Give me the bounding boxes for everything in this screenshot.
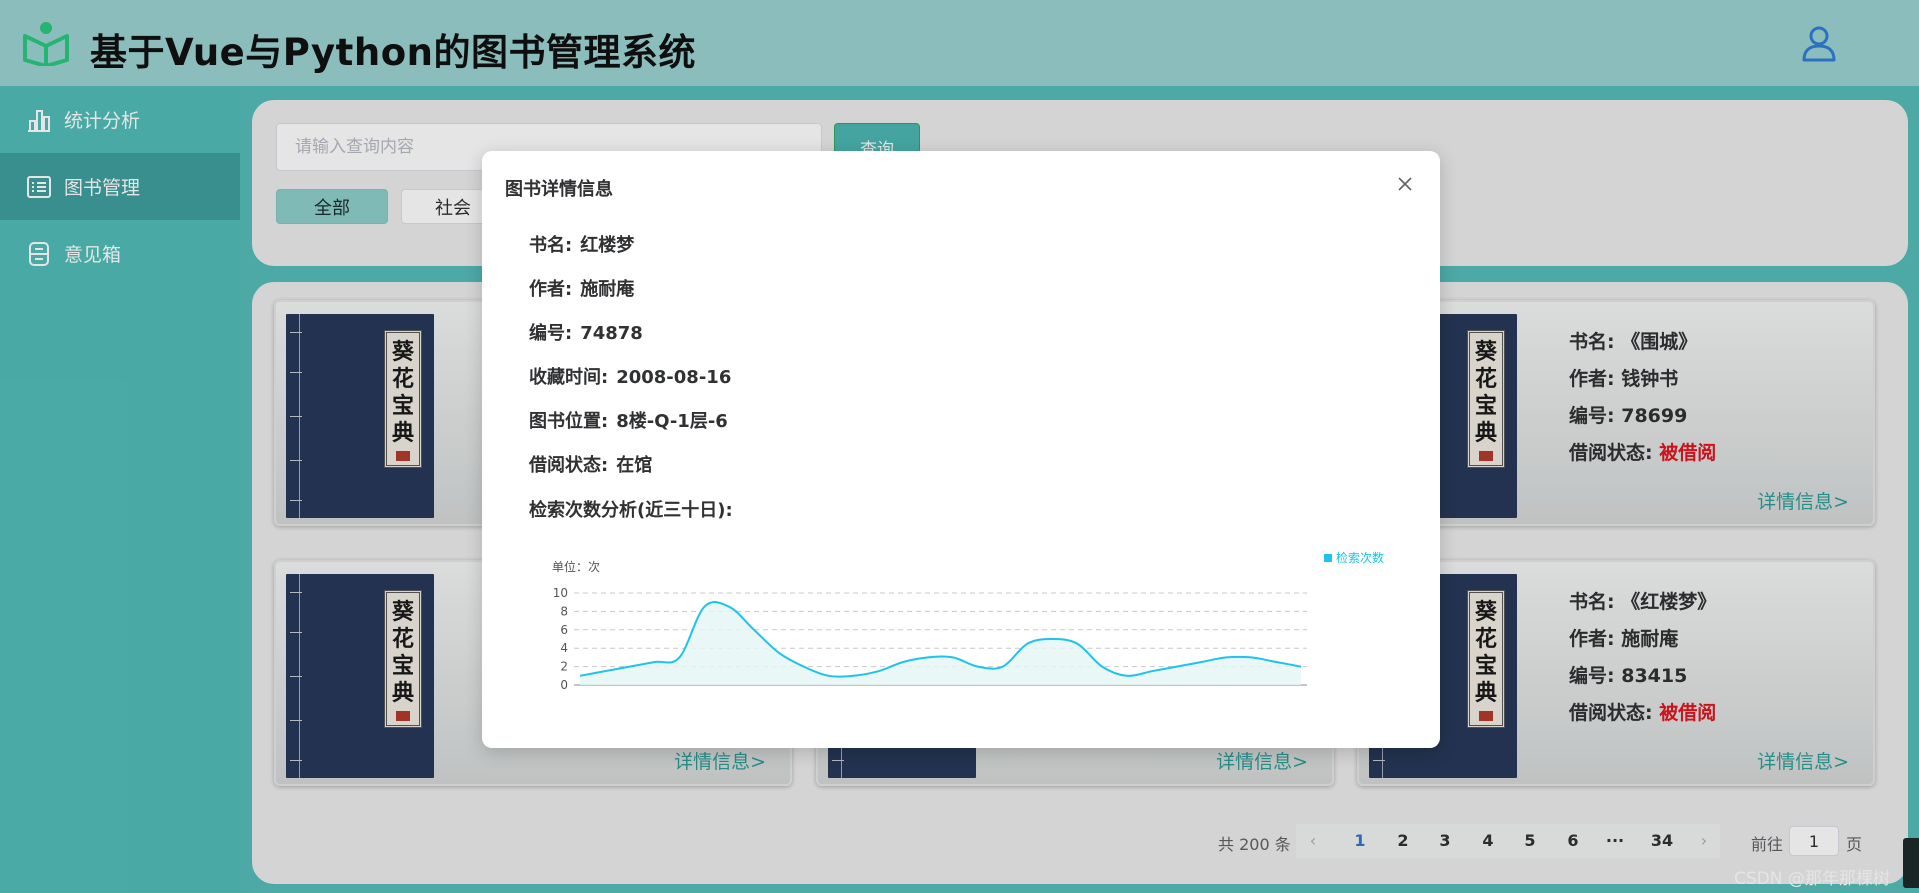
y-tick-label: 8 (560, 604, 568, 618)
dialog-title: 图书详情信息 (505, 179, 613, 200)
legend-swatch (1324, 554, 1332, 562)
field-label: 借阅状态: (529, 455, 609, 476)
series-area (580, 602, 1301, 685)
dialog-field-location: 图书位置: 8楼-Q-1层-6 (529, 407, 728, 433)
dialog-field-id: 编号: 74878 (529, 319, 643, 345)
y-tick-label: 0 (560, 678, 568, 692)
y-tick-label: 2 (560, 660, 568, 674)
close-icon[interactable] (1396, 175, 1414, 193)
field-value: 74878 (580, 323, 643, 344)
search-count-chart: 0 2 4 6 8 10 单位：次 检索次数 (552, 550, 1384, 692)
y-tick-label: 6 (560, 623, 568, 637)
field-label: 书名: (529, 235, 573, 256)
dialog-field-collect-date: 收藏时间: 2008-08-16 (529, 363, 731, 389)
legend-label: 检索次数 (1336, 550, 1384, 565)
field-value: 8楼-Q-1层-6 (616, 411, 728, 432)
field-value: 2008-08-16 (616, 367, 732, 388)
chart-unit-label: 单位：次 (552, 559, 600, 574)
field-label: 图书位置: (529, 411, 609, 432)
dialog-field-author: 作者: 施耐庵 (529, 275, 634, 301)
field-value: 在馆 (616, 455, 653, 476)
y-tick-label: 4 (560, 641, 568, 655)
field-label: 作者: (529, 279, 573, 300)
field-label: 编号: (529, 323, 573, 344)
y-tick-label: 10 (553, 586, 568, 600)
dialog-field-status: 借阅状态: 在馆 (529, 451, 652, 477)
field-label: 收藏时间: (529, 367, 609, 388)
dialog-chart-heading: 检索次数分析(近三十日): (529, 500, 733, 521)
field-value: 红楼梦 (580, 235, 635, 256)
field-value: 施耐庵 (580, 279, 635, 300)
dialog-field-name: 书名: 红楼梦 (529, 231, 634, 257)
